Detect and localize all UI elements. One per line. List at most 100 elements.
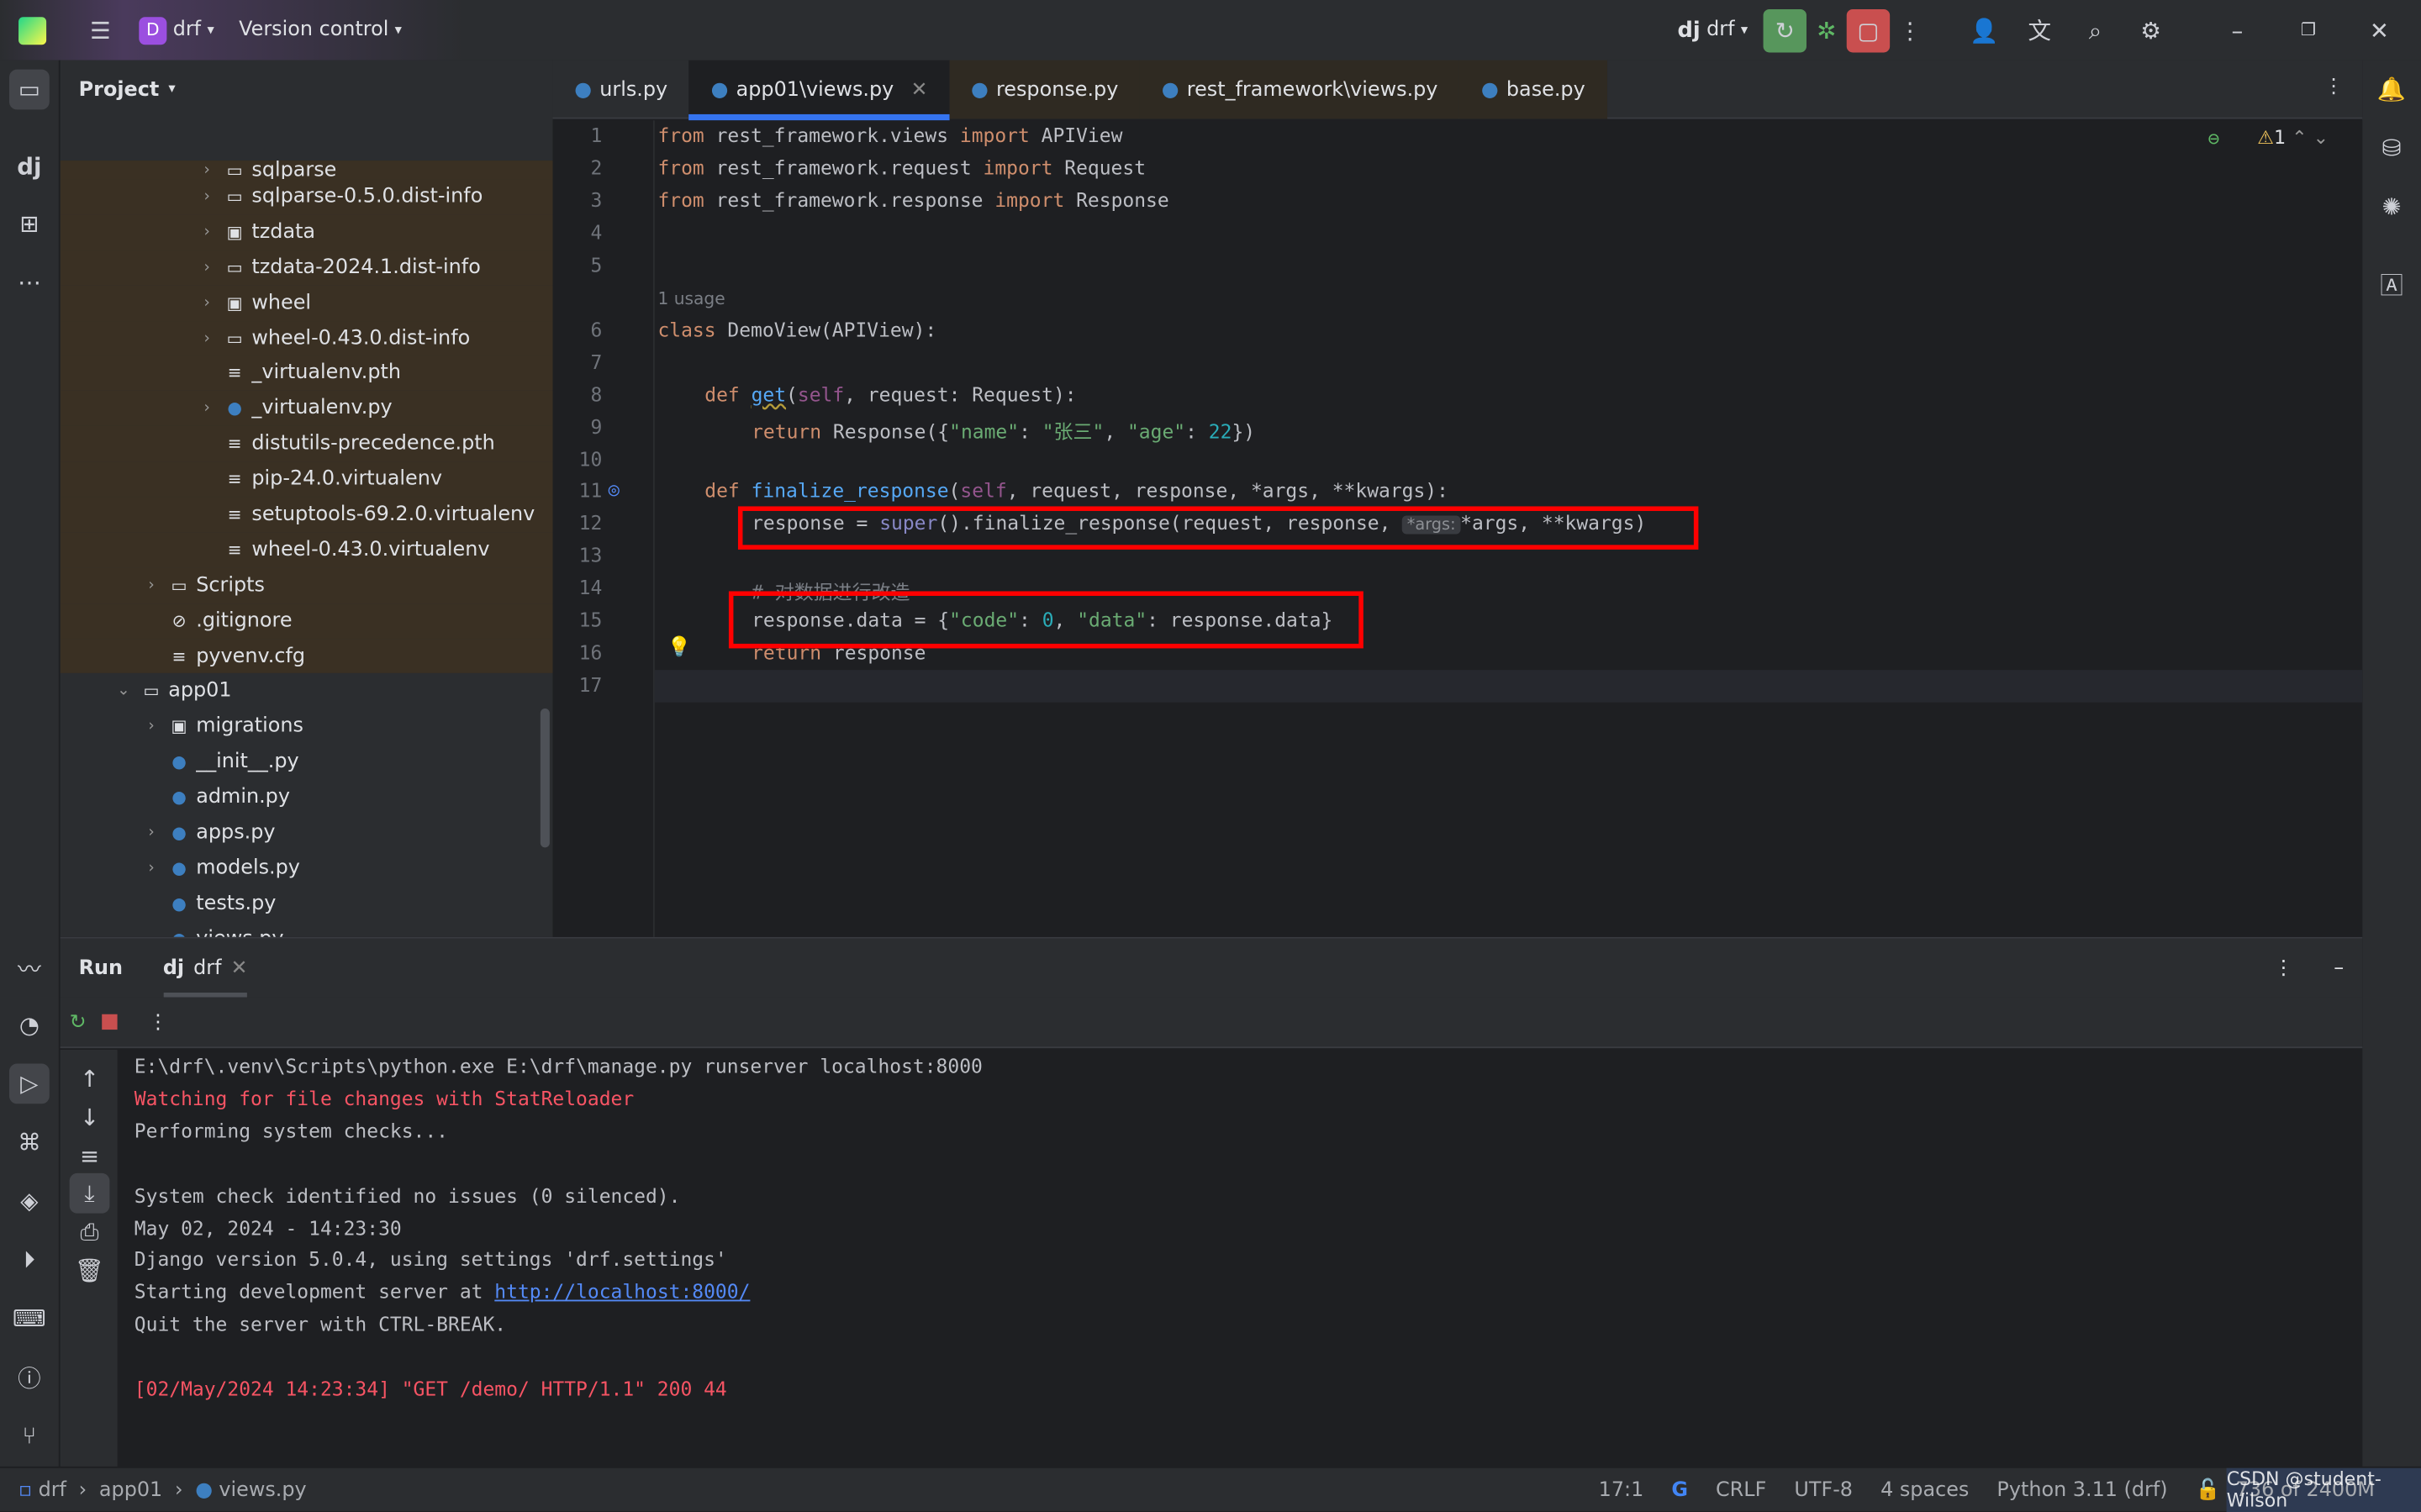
tree-item[interactable]: › ▣ wheel — [60, 285, 553, 321]
rerun-icon[interactable]: ↻ — [70, 1010, 87, 1034]
gear-icon[interactable]: ⚙ — [2131, 10, 2171, 50]
print-icon[interactable]: ⎙ — [70, 1212, 110, 1252]
cursor-position[interactable]: 17:1 — [1599, 1478, 1644, 1502]
hide-panel-icon[interactable]: – — [2334, 956, 2344, 980]
chevron-icon[interactable]: ⌄ — [140, 930, 162, 937]
code-editor[interactable]: 1 2 3 4 5 6 7 8 9 10 11 12 13 14 15 16 17 ⊖ ⚠1 ⌃ ⌄ from … — [552, 120, 2363, 937]
structure-icon[interactable]: ⊞ — [9, 203, 50, 244]
warnings-indicator[interactable]: ⚠1 ⌃ ⌄ — [2257, 127, 2329, 149]
run-icon[interactable]: ▷ — [9, 1063, 50, 1104]
tree-item[interactable]: ⌄ ● views.py — [61, 921, 553, 937]
tree-item[interactable]: ≡ pip-24.0.virtualenv — [60, 461, 553, 498]
python-console-icon[interactable]: ⌘ — [9, 1122, 50, 1162]
breadcrumb-drf[interactable]: drf — [39, 1478, 66, 1502]
tab-response-py[interactable]: ● response.py — [949, 60, 1141, 119]
chevron-icon[interactable]: › — [196, 161, 218, 178]
tree-item[interactable]: › ● models.py — [61, 851, 553, 886]
breadcrumb-app01[interactable]: app01 — [99, 1478, 162, 1502]
tab-rest_framework-views-py[interactable]: ● rest_framework\views.py — [1140, 60, 1460, 119]
chevron-icon[interactable]: › — [196, 188, 218, 205]
more-tools-icon[interactable]: ⋯ — [9, 262, 50, 303]
terminal-icon[interactable]: ⌨ — [9, 1299, 50, 1339]
tree-item[interactable]: › ▣ migrations — [61, 709, 553, 745]
project-switcher[interactable]: Ddrf ▾ — [139, 16, 214, 45]
minimize-icon[interactable]: – — [2218, 10, 2258, 50]
lightbulb-icon[interactable]: 💡 — [667, 635, 691, 659]
usage-hint[interactable]: 1 usage — [657, 288, 725, 308]
tab-app01-views-py[interactable]: ● app01\views.py ✕ — [688, 60, 951, 121]
scroll-to-end-icon[interactable]: ⤓ — [69, 1172, 110, 1214]
documentation-icon[interactable]: 🄰 — [2371, 264, 2412, 304]
tree-item[interactable]: › ● apps.py — [61, 815, 553, 851]
chevron-icon[interactable]: ⌄ — [113, 683, 134, 700]
tree-item[interactable]: › ▭ sqlparse-0.5.0.dist-info — [60, 179, 553, 215]
django-structure-icon[interactable]: dj — [9, 146, 50, 187]
soft-wrap-icon[interactable]: ≡ — [70, 1136, 110, 1177]
tree-item[interactable]: ⊘ .gitignore — [60, 603, 553, 639]
tree-item[interactable]: ⌄ ▭ app01 — [61, 674, 553, 709]
stop-icon[interactable] — [102, 1014, 118, 1030]
indent-setting[interactable]: 4 spaces — [1880, 1478, 1969, 1502]
main-menu-icon[interactable]: ☰ — [81, 10, 121, 50]
chevron-icon[interactable]: › — [140, 719, 162, 735]
rerun-button[interactable]: ↻ — [1763, 8, 1807, 52]
more-icon[interactable]: ⋮ — [1890, 10, 1930, 50]
run-tab-drf[interactable]: dj drf ✕ — [162, 939, 248, 998]
chevron-icon[interactable]: › — [196, 294, 218, 311]
scroll-up-icon[interactable]: ↑ — [70, 1059, 110, 1099]
tree-item[interactable]: › ● _virtualenv.py — [60, 391, 553, 427]
restore-icon[interactable]: ❐ — [2288, 10, 2329, 50]
tree-item[interactable]: › ▣ tzdata — [60, 214, 553, 250]
scroll-down-icon[interactable]: ↓ — [70, 1098, 110, 1138]
layers-icon[interactable]: ◈ — [9, 1181, 50, 1221]
trash-icon[interactable]: 🗑 — [70, 1251, 110, 1291]
memory-indicator[interactable]: 736 of 2400M CSDN @student-Wilson — [2226, 1467, 2421, 1512]
toolbar-more-icon[interactable]: ⋮ — [148, 1010, 168, 1034]
close-tab-icon[interactable]: ✕ — [231, 956, 248, 980]
python-interpreter[interactable]: Python 3.11 (drf) — [1996, 1478, 2167, 1502]
tree-item[interactable]: ● tests.py — [61, 886, 553, 921]
run-config-selector[interactable]: dj drf ▾ — [1678, 18, 1748, 42]
project-header[interactable]: Project ▾ — [61, 61, 553, 119]
services-icon[interactable]: 〰 — [9, 948, 50, 988]
add-user-icon[interactable]: 👤 — [1964, 10, 2004, 50]
problems-icon[interactable]: ⓘ — [9, 1357, 50, 1397]
translate-icon[interactable]: 文 — [2019, 10, 2060, 50]
tree-scrollbar[interactable] — [540, 709, 550, 848]
override-gutter-icon[interactable]: ◎ — [609, 478, 620, 500]
tree-item[interactable]: ≡ _virtualenv.pth — [60, 356, 553, 392]
database-icon[interactable]: ⛁ — [2371, 128, 2412, 168]
server-link[interactable]: http://localhost:8000/ — [494, 1280, 750, 1304]
chevron-icon[interactable]: › — [196, 329, 218, 346]
tree-item[interactable]: › ▭ wheel-0.43.0.dist-info — [60, 320, 553, 356]
tree-item[interactable]: ≡ pyvenv.cfg — [60, 638, 553, 674]
tree-item[interactable]: › ▭ Scripts — [60, 567, 553, 603]
file-encoding[interactable]: UTF-8 — [1794, 1478, 1853, 1502]
tree-item[interactable]: ≡ wheel-0.43.0.virtualenv — [60, 532, 553, 568]
ai-assistant-icon[interactable]: ✺ — [2371, 187, 2412, 227]
chevron-icon[interactable]: › — [140, 577, 162, 593]
search-icon[interactable]: ⌕ — [2076, 10, 2116, 50]
tabs-more-icon[interactable]: ⋮ — [2323, 76, 2344, 99]
stop-button[interactable]: ▢ — [1846, 8, 1891, 52]
google-icon[interactable]: G — [1671, 1478, 1688, 1502]
profiler-icon[interactable]: ◔ — [9, 1005, 50, 1046]
close-tab-icon[interactable]: ✕ — [911, 78, 928, 102]
tree-item[interactable]: › ▭ sqlparse — [60, 161, 553, 180]
debug-icon[interactable]: ✲ — [1807, 10, 1847, 50]
tab-urls-py[interactable]: ● urls.py — [553, 61, 689, 119]
chevron-icon[interactable]: › — [140, 860, 162, 877]
line-separator[interactable]: CRLF — [1716, 1478, 1766, 1502]
close-icon[interactable]: ✕ — [2360, 10, 2400, 50]
tab-base-py[interactable]: ● base.py — [1459, 60, 1607, 119]
notifications-icon[interactable]: 🔔 — [2371, 70, 2412, 110]
tree-item[interactable]: ≡ distutils-precedence.pth — [60, 426, 553, 462]
git-icon[interactable]: ⑂ — [9, 1415, 50, 1456]
vcs-menu[interactable]: Version control ▾ — [239, 18, 402, 42]
chevron-icon[interactable]: › — [196, 224, 218, 240]
folder-icon[interactable]: ▭ — [9, 69, 50, 110]
run-more-icon[interactable]: ⋮ — [2274, 956, 2294, 980]
chevron-icon[interactable]: › — [196, 400, 218, 417]
tree-item[interactable]: › ▭ tzdata-2024.1.dist-info — [60, 250, 553, 286]
tree-item[interactable]: ≡ setuptools-69.2.0.virtualenv — [60, 497, 553, 533]
